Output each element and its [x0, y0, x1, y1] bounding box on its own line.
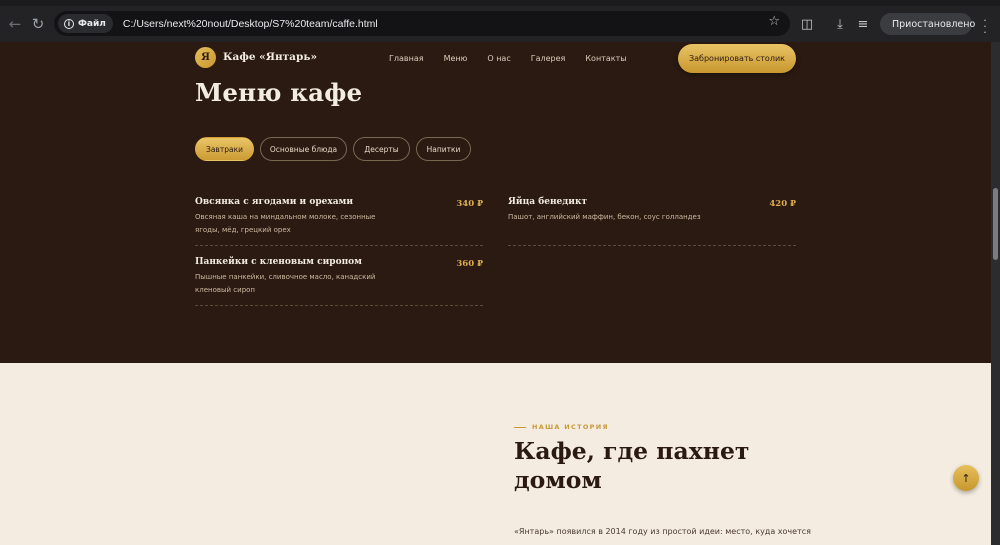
main-nav: Главная Меню О нас Галерея Контакты: [389, 54, 647, 63]
nav-link-home[interactable]: Главная: [389, 54, 424, 63]
bookmark-star-icon[interactable]: ☆: [768, 14, 780, 29]
page-viewport: Я Кафе «Янтарь» Главная Меню О нас Галер…: [0, 42, 991, 545]
eyebrow-line: [514, 427, 526, 428]
menu-item-description: Пашот, английский маффин, бекон, соус го…: [508, 213, 701, 221]
browser-toolbar: ← ↻ i Файл C:/Users/next%20nout/Desktop/…: [0, 6, 1000, 42]
reserve-table-button[interactable]: Забронировать столик: [678, 44, 796, 73]
scroll-to-top-button[interactable]: ↑: [953, 465, 979, 491]
cafe-logo[interactable]: Я: [195, 47, 216, 68]
nav-link-contacts[interactable]: Контакты: [585, 54, 626, 63]
media-queue-icon[interactable]: ≡: [853, 14, 873, 34]
section-eyebrow: НАША ИСТОРИЯ: [532, 423, 609, 431]
back-arrow-icon[interactable]: ←: [3, 12, 27, 36]
menu-item-name: Яйца бенедикт: [508, 197, 588, 207]
about-paragraph: «Янтарь» появился в 2014 году из простой…: [514, 527, 811, 536]
profile-button[interactable]: Приостановлено: [880, 13, 976, 35]
about-title: Кафе, где пахнет домом: [514, 437, 750, 494]
tab-main-dishes[interactable]: Основные блюда: [260, 137, 347, 161]
arrow-up-icon: ↑: [961, 471, 971, 485]
divider: [508, 245, 796, 246]
menu-item-description: Овсяная каша на миндальном молоке, сезон…: [195, 213, 376, 234]
tab-drinks[interactable]: Напитки: [416, 137, 471, 161]
address-bar[interactable]: i Файл C:/Users/next%20nout/Desktop/S7%2…: [54, 11, 790, 36]
profile-status-label: Приостановлено: [892, 18, 976, 30]
nav-link-menu[interactable]: Меню: [444, 54, 468, 63]
info-icon: i: [64, 18, 74, 29]
menu-item-price: 360 ₽: [456, 259, 483, 269]
brand-name[interactable]: Кафе «Янтарь»: [223, 51, 317, 63]
extensions-puzzle-icon[interactable]: ◫: [797, 14, 817, 34]
url-text[interactable]: C:/Users/next%20nout/Desktop/S7%20team/c…: [123, 18, 378, 30]
divider: [195, 245, 483, 246]
menu-item-description: Пышные панкейки, сливочное масло, канадс…: [195, 273, 376, 294]
tab-desserts[interactable]: Десерты: [353, 137, 410, 161]
page-scrollbar[interactable]: [991, 42, 1000, 545]
menu-section: Я Кафе «Янтарь» Главная Меню О нас Галер…: [0, 42, 991, 363]
site-chip-label: Файл: [78, 18, 106, 29]
kebab-menu-icon[interactable]: · · ·: [980, 15, 990, 38]
nav-link-about[interactable]: О нас: [487, 54, 510, 63]
divider: [195, 305, 483, 306]
nav-link-gallery[interactable]: Галерея: [531, 54, 566, 63]
menu-item-name: Овсянка с ягодами и орехами: [195, 197, 354, 207]
download-icon[interactable]: ⤓: [830, 14, 850, 34]
menu-item-price: 340 ₽: [456, 199, 483, 209]
tab-breakfast[interactable]: Завтраки: [195, 137, 254, 161]
menu-item-price: 420 ₽: [769, 199, 796, 209]
menu-title: Меню кафе: [195, 78, 363, 107]
menu-item-name: Панкейки с кленовым сиропом: [195, 257, 362, 267]
reload-icon[interactable]: ↻: [26, 12, 50, 36]
about-section: НАША ИСТОРИЯ Кафе, где пахнет домом «Янт…: [0, 363, 991, 545]
scrollbar-thumb[interactable]: [993, 188, 998, 260]
site-info-chip[interactable]: i Файл: [58, 14, 113, 33]
